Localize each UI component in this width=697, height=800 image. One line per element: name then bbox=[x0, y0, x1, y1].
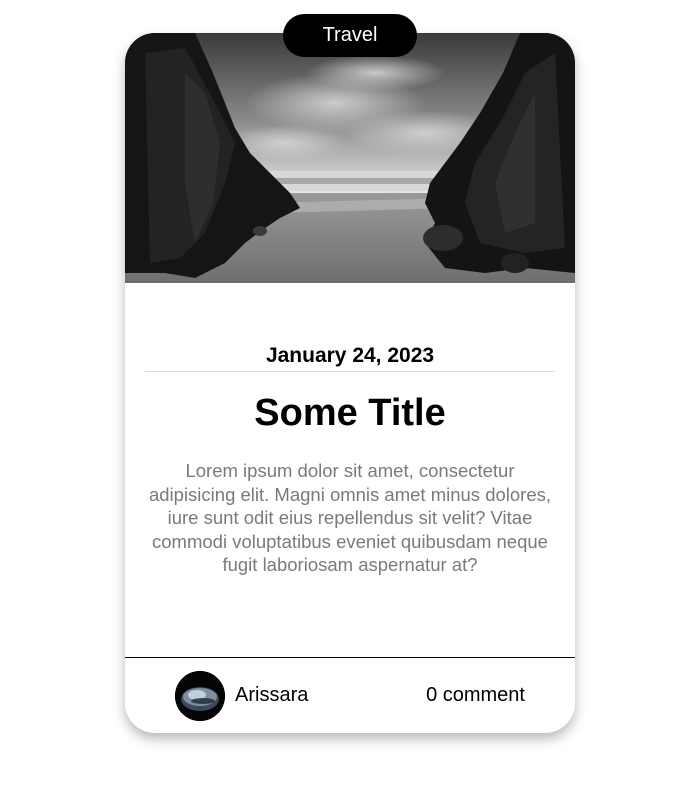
author-name[interactable]: Arissara bbox=[235, 684, 308, 707]
post-date: January 24, 2023 bbox=[265, 344, 435, 367]
author-avatar[interactable] bbox=[175, 671, 225, 721]
category-badge[interactable]: Travel bbox=[283, 14, 417, 57]
post-card: January 24, 2023 Some Title Lorem ipsum … bbox=[125, 33, 575, 733]
comment-count[interactable]: 0 comment bbox=[426, 684, 525, 707]
post-excerpt: Lorem ipsum dolor sit amet, consectetur … bbox=[148, 460, 552, 575]
avatar-image bbox=[175, 671, 225, 721]
footer-divider bbox=[125, 657, 575, 658]
post-title: Some Title bbox=[254, 392, 446, 434]
divider bbox=[145, 371, 555, 372]
post-hero-image bbox=[125, 33, 575, 283]
page: Travel January 24, 2023 Some Title Lorem… bbox=[0, 0, 697, 800]
